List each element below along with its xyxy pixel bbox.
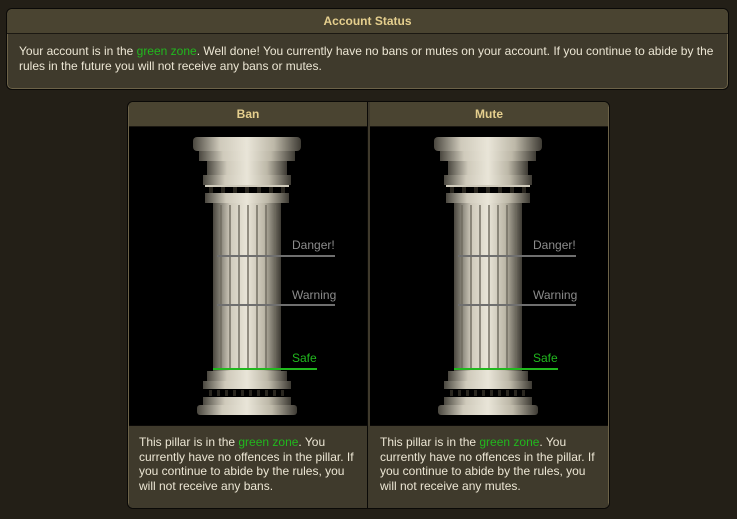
account-status-message: Your account is in the green zone. Well … <box>7 34 728 74</box>
ban-desc-green-zone: green zone <box>238 435 299 449</box>
mute-pillar-area: Danger! Warning Safe <box>370 127 608 425</box>
ban-description: This pillar is in the green zone. You cu… <box>129 426 367 508</box>
mute-pillar-graphic: Danger! Warning Safe <box>434 137 577 415</box>
ban-title: Ban <box>129 102 367 127</box>
danger-label: Danger! <box>292 238 335 252</box>
account-status-title: Account Status <box>7 9 728 34</box>
pillars-panel: Ban Danger! Warning Safe This pillar is … <box>127 101 610 509</box>
ban-column: Ban Danger! Warning Safe This pillar is … <box>129 102 367 508</box>
mute-desc-before: This pillar is in the <box>380 435 480 449</box>
mute-description: This pillar is in the green zone. You cu… <box>370 426 608 508</box>
mute-desc-green-zone: green zone <box>479 435 540 449</box>
pillar-capital <box>193 137 301 203</box>
pillar-shaft <box>213 203 281 371</box>
ban-pillar-area: Danger! Warning Safe <box>129 127 367 425</box>
danger-label: Danger! <box>533 238 576 252</box>
pillar-base <box>197 371 297 415</box>
mute-title: Mute <box>370 102 608 127</box>
ban-pillar-graphic: Danger! Warning Safe <box>193 137 336 415</box>
safe-label: Safe <box>292 351 317 365</box>
pillar-capital <box>434 137 542 203</box>
status-text-before: Your account is in the <box>19 44 137 58</box>
pillar-base <box>438 371 538 415</box>
safe-label: Safe <box>533 351 558 365</box>
ban-desc-before: This pillar is in the <box>139 435 239 449</box>
pillar-shaft <box>454 203 522 371</box>
warning-label: Warning <box>292 288 336 302</box>
account-status-panel: Account Status Your account is in the gr… <box>6 8 729 90</box>
status-green-zone: green zone <box>136 44 197 58</box>
warning-label: Warning <box>533 288 577 302</box>
mute-column: Mute Danger! Warning Safe This pillar is… <box>370 102 608 508</box>
